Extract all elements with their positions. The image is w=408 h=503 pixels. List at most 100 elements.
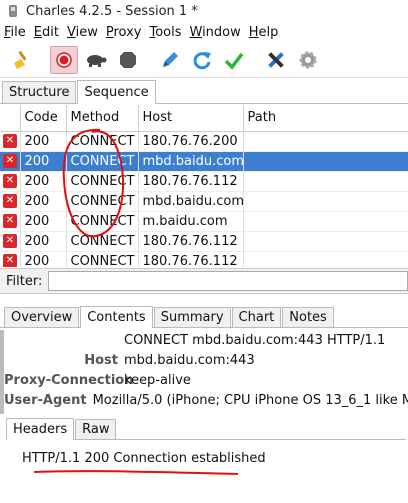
code-cell: 200 [20,211,67,232]
status-cell: ✕ [0,231,21,252]
path-cell [243,191,408,212]
method-cell: CONNECT [66,211,139,232]
repeat-button[interactable] [188,46,216,74]
status-cell: ✕ [0,251,21,267]
compose-button[interactable] [156,46,184,74]
charles-app-icon [9,5,17,17]
menu-tools[interactable]: Tools [149,25,181,40]
header-method[interactable]: Method [66,105,139,132]
menu-view[interactable]: View [67,25,98,40]
menu-help[interactable]: Help [249,25,279,40]
tab-summary[interactable]: Summary [153,307,231,327]
path-cell [243,131,408,152]
code-cell: 200 [20,151,67,172]
host-cell: 180.76.76.200 [138,131,244,152]
table-header-row: Code Method Host Path [0,105,408,132]
checkmark-icon [224,52,244,70]
validate-button[interactable] [220,46,248,74]
header-path[interactable]: Path [243,105,408,132]
tab-overview[interactable]: Overview [4,307,80,327]
tab-notes[interactable]: Notes [282,307,334,327]
status-cell: ✕ [0,151,21,172]
tools-icon [268,51,284,68]
menu-proxy[interactable]: Proxy [106,25,142,40]
menu-edit[interactable]: Edit [34,25,59,40]
error-x-icon: ✕ [3,134,17,148]
table-row[interactable]: ✕ 200 CONNECT mbd.baidu.com [0,191,408,212]
status-cell: ✕ [0,131,21,152]
header-host[interactable]: Host [138,105,244,132]
tab-raw[interactable]: Raw [75,419,117,439]
throttle-button[interactable] [82,46,110,74]
response-status-line: HTTP/1.1 200 Connection established [22,451,266,466]
tab-chart[interactable]: Chart [231,307,282,327]
menu-file[interactable]: File [4,25,26,40]
method-cell: CONNECT [66,231,139,252]
settings-button[interactable] [294,46,322,74]
header-value: mbd.baidu.com:443 [124,352,255,368]
table-row[interactable]: ✕ 200 CONNECT mbd.baidu.com [0,151,408,172]
header-status[interactable] [0,105,21,132]
error-x-icon: ✕ [3,194,17,208]
header-row: User-Agent Mozilla/5.0 (iPhone; CPU iPho… [4,390,408,410]
response-panel: HTTP/1.1 200 Connection established [6,441,408,503]
toolbar [0,42,408,78]
tools-button[interactable] [262,46,290,74]
code-cell: 200 [20,251,67,267]
pen-icon [163,51,178,67]
header-row: Host mbd.baidu.com:443 [4,350,408,370]
session-table: Code Method Host Path ✕ 200 CONNECT 180.… [0,105,408,267]
header-key: Proxy-Connection [4,372,134,388]
response-tabs: Headers Raw [6,418,406,440]
throttle-turtle-icon [87,54,107,67]
code-cell: 200 [20,191,67,212]
code-cell: 200 [20,171,67,192]
status-cell: ✕ [0,211,21,232]
table-row[interactable]: ✕ 200 CONNECT m.baidu.com [0,211,408,232]
status-cell: ✕ [0,191,21,212]
tab-contents[interactable]: Contents [80,306,153,328]
broom-icon [14,50,27,69]
code-cell: 200 [20,231,67,252]
tab-headers[interactable]: Headers [6,418,75,440]
request-headers-panel: CONNECT mbd.baidu.com:443 HTTP/1.1 Host … [0,330,408,414]
method-cell: CONNECT [66,131,139,152]
menu-window[interactable]: Window [189,25,240,40]
table-row[interactable]: ✕ 200 CONNECT 180.76.76.112 [0,231,408,252]
path-cell [243,211,408,232]
tab-structure[interactable]: Structure [2,81,77,103]
method-cell: CONNECT [66,171,139,192]
header-key: Host [84,352,118,368]
error-x-icon: ✕ [3,254,17,267]
clear-session-button[interactable] [8,46,36,74]
path-cell [243,231,408,252]
path-cell [243,171,408,192]
detail-tabs: Overview Contents Summary Chart Notes [0,306,408,328]
error-x-icon: ✕ [3,174,17,188]
error-x-icon: ✕ [3,214,17,228]
host-cell: 180.76.76.112 [138,231,244,252]
header-code[interactable]: Code [20,105,67,132]
header-value: keep-alive [124,372,191,388]
breakpoints-button[interactable] [114,46,142,74]
record-button[interactable] [50,45,78,74]
filter-input[interactable] [48,271,408,291]
error-x-icon: ✕ [3,234,17,248]
table-row[interactable]: ✕ 200 CONNECT 180.76.76.112 [0,171,408,192]
status-cell: ✕ [0,171,21,192]
filter-bar: Filter: [0,268,408,294]
method-cell: CONNECT [66,151,139,172]
host-cell: 180.76.76.112 [138,171,244,192]
refresh-icon [193,51,211,69]
filter-label: Filter: [6,273,43,289]
table-row[interactable]: ✕ 200 CONNECT 180.76.76.200 [0,131,408,152]
header-key: User-Agent [4,392,87,408]
header-row: Proxy-Connection keep-alive [4,370,408,390]
table-row[interactable]: ✕ 200 CONNECT 180.76.76.112 [0,251,408,267]
method-cell: CONNECT [66,191,139,212]
tab-sequence[interactable]: Sequence [77,80,156,104]
path-cell [243,151,408,172]
host-cell: mbd.baidu.com [138,191,244,212]
host-cell: 180.76.76.112 [138,251,244,267]
code-cell: 200 [20,131,67,152]
